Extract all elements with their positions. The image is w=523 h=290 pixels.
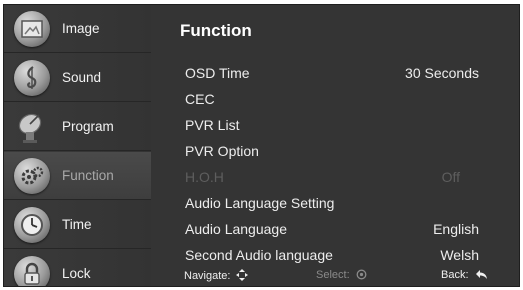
function-icon xyxy=(14,157,50,194)
menu-row-audio-language-setting[interactable]: Audio Language Setting xyxy=(185,191,505,215)
sound-icon xyxy=(14,59,50,96)
page-title: Function xyxy=(180,21,252,40)
navigate-hint: Navigate: xyxy=(184,269,249,282)
function-panel: Function OSD Time 30 Seconds CEC PVR Lis… xyxy=(151,5,519,286)
menu-row-audio-language[interactable]: Audio Language English xyxy=(185,217,505,241)
row-label: H.O.H xyxy=(185,169,224,185)
sidebar-item-program[interactable]: Program xyxy=(4,103,151,151)
row-value: English xyxy=(433,221,479,237)
row-label: Audio Language xyxy=(185,221,287,237)
sidebar-item-label: Image xyxy=(62,21,100,36)
menu-row-pvr-option[interactable]: PVR Option xyxy=(185,139,505,163)
menu-row-pvr-list[interactable]: PVR List xyxy=(185,113,505,137)
menu-row-hoh: H.O.H Off xyxy=(185,165,505,189)
row-label: PVR Option xyxy=(185,143,259,159)
row-label: CEC xyxy=(185,91,215,107)
select-hint: Select: xyxy=(316,269,367,281)
sidebar-item-time[interactable]: Time xyxy=(4,201,151,249)
row-label: PVR List xyxy=(185,117,240,133)
sidebar: Image Sound Program Function Time Lock xyxy=(4,5,151,286)
menu-row-cec[interactable]: CEC xyxy=(185,87,505,111)
select-ok-icon xyxy=(356,269,367,281)
back-hint: Back: xyxy=(441,269,488,281)
sidebar-item-label: Lock xyxy=(62,266,91,281)
sidebar-item-label: Sound xyxy=(62,70,102,85)
navigate-label: Navigate: xyxy=(184,269,231,282)
time-icon xyxy=(14,206,50,243)
row-label: Second Audio language xyxy=(185,247,333,263)
back-arrow-icon xyxy=(475,269,488,281)
sidebar-item-image[interactable]: Image xyxy=(4,5,151,53)
navigate-arrows-icon xyxy=(236,269,249,282)
program-icon xyxy=(14,109,50,145)
sidebar-item-function[interactable]: Function xyxy=(4,152,151,200)
row-label: Audio Language Setting xyxy=(185,195,335,211)
image-icon xyxy=(14,10,50,47)
select-label: Select: xyxy=(316,269,350,281)
sidebar-item-sound[interactable]: Sound xyxy=(4,54,151,102)
row-value: Off xyxy=(441,169,460,185)
sidebar-item-label: Program xyxy=(62,119,114,134)
tv-osd-menu: Image Sound Program Function Time Lock F… xyxy=(3,4,520,287)
row-value: Welsh xyxy=(440,247,479,263)
lock-icon xyxy=(14,255,50,286)
sidebar-item-lock[interactable]: Lock xyxy=(4,250,151,286)
sidebar-item-label: Function xyxy=(62,168,114,183)
key-hints-bar: Navigate: Select: Back: xyxy=(151,264,519,286)
row-value: 30 Seconds xyxy=(405,65,479,81)
sidebar-item-label: Time xyxy=(62,217,92,232)
menu-row-osd-time[interactable]: OSD Time 30 Seconds xyxy=(185,61,505,85)
back-label: Back: xyxy=(441,269,469,281)
row-label: OSD Time xyxy=(185,65,250,81)
